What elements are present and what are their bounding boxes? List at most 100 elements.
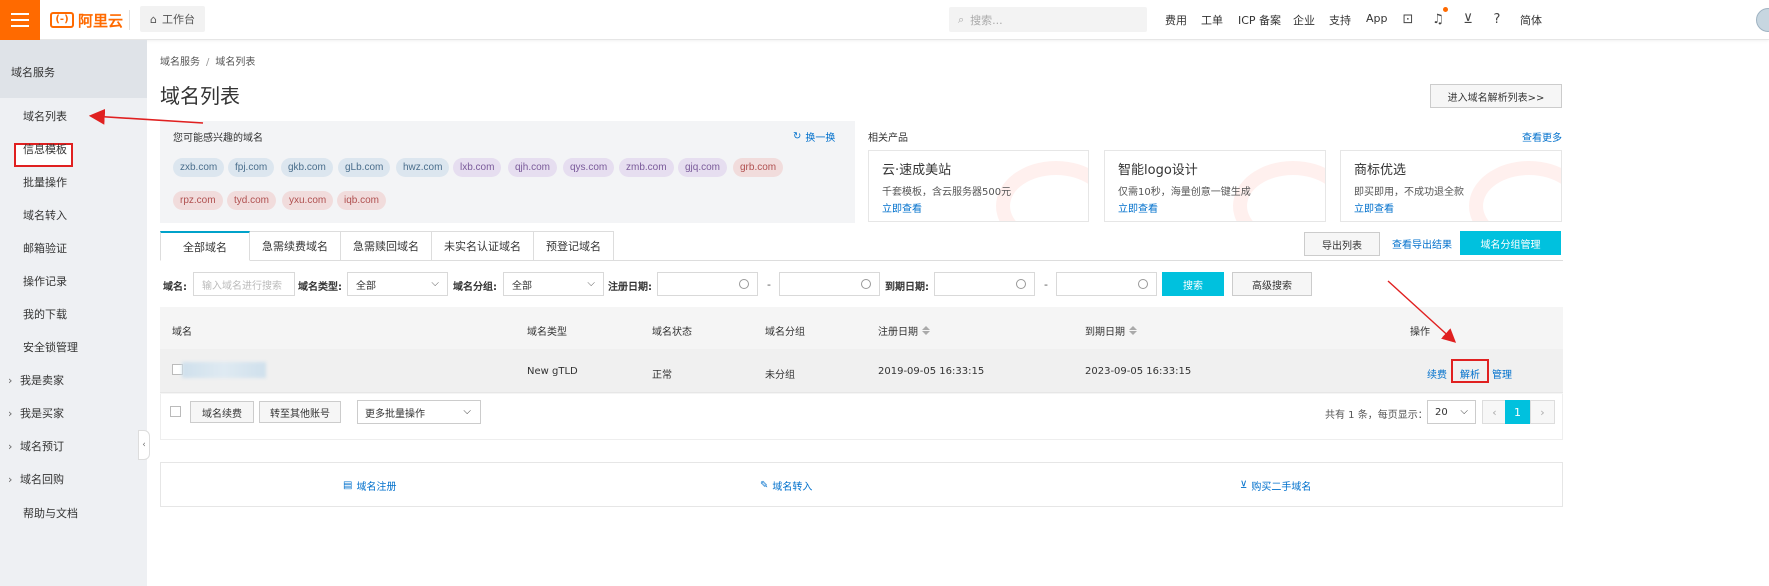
export-list-button[interactable]: 导出列表 — [1304, 232, 1380, 256]
sidebar-item-security-lock[interactable]: 安全锁管理 — [23, 339, 78, 355]
language-switch[interactable]: 简体 — [1520, 12, 1542, 28]
sidebar-item-domain-list[interactable]: 域名列表 — [23, 108, 67, 124]
chevron-right-icon: › — [8, 374, 13, 387]
renew-link[interactable]: 续费 — [1427, 366, 1447, 381]
nav-enterprise[interactable]: 企业 — [1293, 12, 1315, 28]
nav-icp[interactable]: ICP 备案 — [1238, 12, 1281, 28]
nav-support[interactable]: 支持 — [1329, 12, 1351, 28]
sidebar-group-buyer[interactable]: › 我是买家 — [8, 405, 64, 421]
product-name: 云·速成美站 — [882, 163, 952, 178]
related-products-title: 相关产品 — [868, 133, 908, 144]
domain-chip[interactable]: fpj.com — [228, 158, 275, 177]
tab-pre-registered[interactable]: 预登记域名 — [534, 231, 614, 261]
sidebar-item-help-docs[interactable]: 帮助与文档 — [23, 505, 78, 521]
reg-date-start-input[interactable] — [657, 272, 758, 296]
exp-date-end-input[interactable] — [1056, 272, 1157, 296]
domain-chip[interactable]: zmb.com — [619, 158, 674, 177]
domain-chip[interactable]: gLb.com — [338, 158, 391, 177]
nav-fees[interactable]: 费用 — [1165, 12, 1187, 28]
manage-link[interactable]: 管理 — [1492, 366, 1512, 381]
sidebar-group-buyback[interactable]: › 域名回购 — [8, 471, 64, 487]
col-domain-label: 域名 — [172, 327, 192, 338]
export-result-link[interactable]: 查看导出结果 — [1392, 236, 1452, 251]
domain-filter-label: 域名: — [163, 282, 187, 293]
see-more-link[interactable]: 查看更多 — [1522, 129, 1562, 144]
sidebar-group-seller[interactable]: › 我是卖家 — [8, 372, 64, 388]
sidebar-item-op-records[interactable]: 操作记录 — [23, 273, 67, 289]
domain-chip[interactable]: iqb.com — [337, 191, 387, 210]
reg-date-end-input[interactable] — [779, 272, 880, 296]
tab-all-domains[interactable]: 全部域名 — [160, 231, 250, 261]
next-page-button[interactable]: › — [1530, 400, 1555, 424]
sidebar-item-batch-ops[interactable]: 批量操作 — [23, 174, 67, 190]
col-exp-date[interactable]: 到期日期 — [1085, 323, 1137, 338]
domain-chip[interactable]: gjq.com — [678, 158, 728, 177]
buy-used-domain-link[interactable]: ⊻ 购买二手域名 — [1240, 478, 1311, 493]
aliyun-logo[interactable]: (-) 阿里云 — [50, 9, 123, 31]
sidebar-collapse-toggle[interactable]: ‹ — [138, 430, 150, 460]
domain-chip[interactable]: rpz.com — [173, 191, 223, 210]
domain-chip[interactable]: zxb.com — [173, 158, 225, 177]
domain-name-redacted[interactable] — [182, 362, 266, 378]
avatar[interactable] — [1756, 8, 1769, 32]
chevron-right-icon: › — [8, 407, 13, 420]
product-link[interactable]: 立即查看 — [882, 200, 922, 215]
domain-group-select[interactable]: 全部 ⌵ — [503, 272, 604, 296]
advanced-search-button[interactable]: 高级搜索 — [1232, 272, 1312, 296]
sidebar-item-info-template[interactable]: 信息模板 — [23, 141, 67, 157]
domain-type-select[interactable]: 全部 ⌵ — [347, 272, 448, 296]
product-card[interactable]: 云·速成美站 千套模板，含云服务器500元 立即查看 — [868, 150, 1089, 222]
dns-list-button[interactable]: 进入域名解析列表>> — [1430, 84, 1562, 108]
sidebar-group-reserve[interactable]: › 域名预订 — [8, 438, 64, 454]
page-number-button[interactable]: 1 — [1505, 400, 1530, 424]
col-group-label: 域名分组 — [765, 327, 805, 338]
col-reg-date[interactable]: 注册日期 — [878, 323, 930, 338]
menu-hamburger-icon[interactable] — [0, 0, 40, 40]
product-link[interactable]: 立即查看 — [1118, 200, 1158, 215]
nav-app[interactable]: App — [1366, 12, 1388, 25]
more-batch-ops-select[interactable]: 更多批量操作 ⌵ — [357, 400, 481, 424]
select-all-checkbox[interactable] — [170, 406, 181, 417]
tab-unverified[interactable]: 未实名认证域名 — [432, 231, 534, 261]
breadcrumb-item[interactable]: 域名服务 — [160, 57, 200, 68]
tab-renew-urgent[interactable]: 急需续费域名 — [250, 231, 341, 261]
product-link[interactable]: 立即查看 — [1354, 200, 1394, 215]
domain-chip[interactable]: yxu.com — [282, 191, 334, 210]
help-icon[interactable]: ? — [1489, 11, 1505, 27]
refresh-link[interactable]: ↻ 换一换 — [793, 129, 835, 144]
cart-icon[interactable]: ⊻ — [1460, 11, 1476, 27]
domain-group-label: 域名分组: — [453, 282, 497, 293]
search-button[interactable]: 搜索 — [1162, 272, 1224, 296]
nav-tickets[interactable]: 工单 — [1201, 12, 1223, 28]
domain-chip[interactable]: qys.com — [563, 158, 615, 177]
sidebar-item-email-verify[interactable]: 邮箱验证 — [23, 240, 67, 256]
col-type: 域名类型 — [527, 323, 567, 338]
tab-redeem-urgent[interactable]: 急需赎回域名 — [341, 231, 432, 261]
terminal-icon[interactable]: ⊡ — [1400, 11, 1416, 27]
domain-chip[interactable]: gkb.com — [281, 158, 333, 177]
page-size-select[interactable]: 20 ⌵ — [1427, 400, 1476, 424]
transfer-account-button[interactable]: 转至其他账号 — [259, 401, 341, 423]
bell-icon[interactable]: ♫ — [1430, 11, 1446, 27]
domain-chip[interactable]: lxb.com — [453, 158, 502, 177]
group-management-button[interactable]: 域名分组管理 — [1460, 231, 1561, 255]
domain-chip[interactable]: tyd.com — [227, 191, 277, 210]
breadcrumb: 域名服务 / 域名列表 — [160, 53, 255, 68]
sidebar-item-domain-transfer-in[interactable]: 域名转入 — [23, 207, 67, 223]
product-card[interactable]: 智能logo设计 仅需10秒，海量创意一键生成 立即查看 — [1104, 150, 1326, 222]
domain-chip[interactable]: qjh.com — [508, 158, 558, 177]
domain-chip[interactable]: hwz.com — [396, 158, 450, 177]
batch-renew-button[interactable]: 域名续费 — [190, 401, 254, 423]
clock-icon — [861, 279, 871, 289]
sidebar-item-downloads[interactable]: 我的下载 — [23, 306, 67, 322]
register-domain-link[interactable]: ▤ 域名注册 — [343, 478, 396, 493]
global-search-input[interactable]: ⌕ 搜索... — [949, 7, 1147, 32]
prev-page-button[interactable]: ‹ — [1482, 400, 1507, 424]
product-card[interactable]: 商标优选 即买即用，不成功退全款 立即查看 — [1340, 150, 1562, 222]
workbench-button[interactable]: ⌂ 工作台 — [140, 6, 205, 32]
domain-chip[interactable]: grb.com — [733, 158, 784, 177]
clock-icon — [739, 279, 749, 289]
domain-search-input[interactable]: 输入域名进行搜索 — [193, 272, 295, 296]
transfer-in-link[interactable]: ✎ 域名转入 — [760, 478, 812, 493]
exp-date-start-input[interactable] — [934, 272, 1035, 296]
